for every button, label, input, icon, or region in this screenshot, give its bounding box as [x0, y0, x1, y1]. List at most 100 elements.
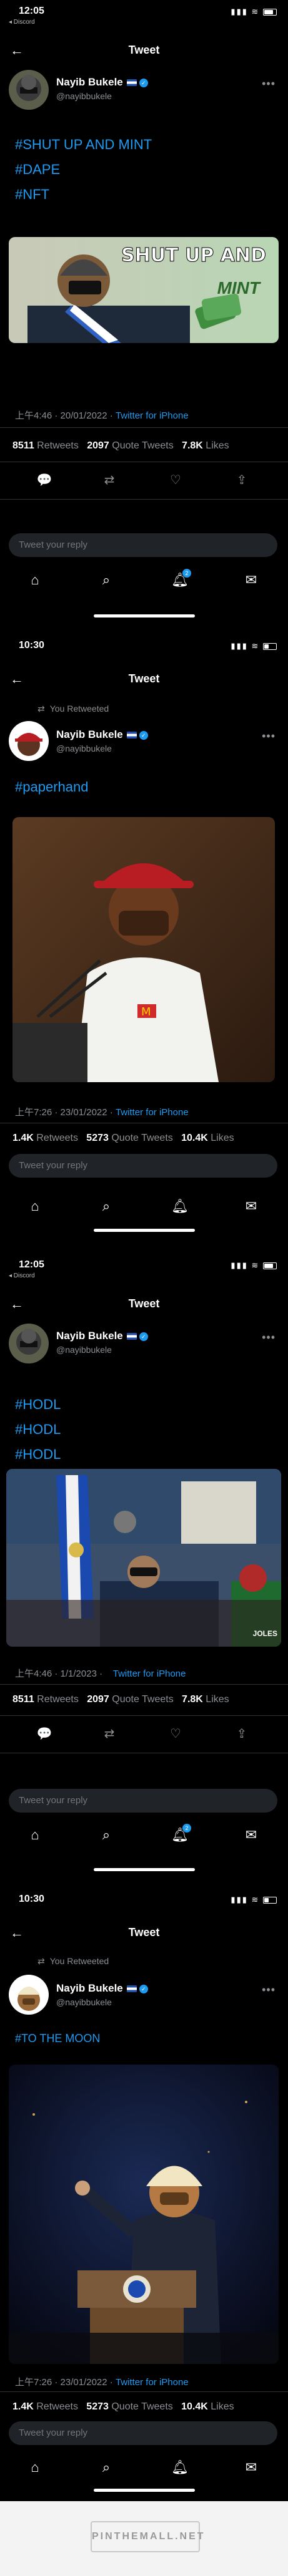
mail-icon[interactable]: ✉ [240, 1824, 262, 1846]
quote-count[interactable]: 2097 [87, 1694, 109, 1705]
share-icon[interactable]: ⇪ [232, 472, 251, 488]
heart-icon[interactable]: ♡ [166, 1726, 185, 1741]
home-indicator [94, 1868, 195, 1871]
quote-count[interactable]: 2097 [87, 440, 109, 451]
avatar[interactable] [9, 70, 49, 110]
mail-icon[interactable]: ✉ [240, 2456, 262, 2479]
author-handle[interactable]: @nayibbukele [56, 1997, 112, 2007]
tweet-screen-4: 10:30 ▮▮▮ ≋ ← Tweet ⇄ You Retweeted Nayib… [0, 1884, 288, 2495]
retweet-icon[interactable]: ⇄ [100, 472, 119, 488]
likes-label[interactable]: Likes [211, 1133, 234, 1143]
reply-icon[interactable]: 💬 [35, 472, 54, 488]
like-count[interactable]: 7.8K [182, 1694, 203, 1705]
avatar[interactable] [9, 1975, 49, 2015]
source-link[interactable]: Twitter for iPhone [116, 1107, 189, 1118]
back-to-app-link[interactable]: ◂ Discord [9, 1272, 35, 1279]
bell-icon[interactable]: 🔔︎ [169, 1195, 191, 1218]
quotes-label[interactable]: Quote Tweets [111, 2401, 172, 2412]
retweet-icon[interactable]: ⇄ [100, 1726, 119, 1741]
more-options-icon[interactable]: ••• [262, 1983, 276, 1997]
bottom-tab-bar: ⌂ ⌕ 🔔︎ ✉ [0, 2456, 288, 2481]
home-icon[interactable]: ⌂ [24, 569, 46, 591]
status-time: 10:30 [19, 1894, 44, 1904]
author-handle[interactable]: @nayibbukele [56, 1345, 112, 1355]
retweets-label[interactable]: Retweets [37, 440, 79, 451]
hashtag-link[interactable]: #DAPE [15, 157, 152, 182]
author-name[interactable]: Nayib Bukele ✓ [56, 1330, 148, 1342]
search-icon[interactable]: ⌕ [95, 1824, 117, 1846]
timestamp-text: 上午7:26 · 23/01/2022 · [15, 2377, 113, 2388]
reply-icon[interactable]: 💬 [35, 1726, 54, 1741]
image-overlay-text: JOLES [252, 1629, 277, 1638]
quotes-label[interactable]: Quote Tweets [112, 1694, 173, 1705]
tweet-image[interactable]: M [12, 817, 275, 1082]
reply-input[interactable]: Tweet your reply [9, 533, 277, 557]
heart-icon[interactable]: ♡ [166, 472, 185, 488]
avatar[interactable] [9, 721, 49, 761]
hashtag-link[interactable]: #HODL [15, 1392, 61, 1417]
bell-icon[interactable]: 🔔︎ 2 [169, 1824, 191, 1846]
more-options-icon[interactable]: ••• [262, 77, 276, 90]
battery-icon [263, 643, 277, 651]
tweet-image[interactable]: JOLES [6, 1469, 281, 1647]
quote-count[interactable]: 5273 [86, 1133, 109, 1143]
source-link[interactable]: Twitter for iPhone [116, 2377, 189, 2388]
retweet-count[interactable]: 8511 [12, 1694, 34, 1705]
retweet-count[interactable]: 1.4K [12, 2401, 34, 2412]
source-link[interactable]: Twitter for iPhone [116, 410, 189, 421]
status-time: 12:05 [19, 1259, 44, 1270]
hashtag-link[interactable]: #paperhand [15, 775, 88, 800]
more-options-icon[interactable]: ••• [262, 730, 276, 743]
source-link[interactable]: Twitter for iPhone [113, 1668, 186, 1679]
timestamp-text: 上午4:46 · 20/01/2022 · [15, 410, 113, 421]
author-handle[interactable]: @nayibbukele [56, 743, 112, 753]
quotes-label[interactable]: Quote Tweets [112, 440, 173, 451]
author-name[interactable]: Nayib Bukele ✓ [56, 1982, 148, 1995]
bottom-tab-bar: ⌂ ⌕ 🔔︎ 2 ✉ [0, 569, 288, 594]
bell-icon[interactable]: 🔔︎ [169, 2456, 191, 2479]
hashtag-link[interactable]: #HODL [15, 1442, 61, 1467]
hashtag-link[interactable]: #SHUT UP AND MINT [15, 132, 152, 157]
back-to-app-link[interactable]: ◂ Discord [9, 19, 35, 26]
search-icon[interactable]: ⌕ [95, 569, 117, 591]
retweets-label[interactable]: Retweets [36, 2401, 78, 2412]
likes-label[interactable]: Likes [206, 440, 229, 451]
author-name[interactable]: Nayib Bukele ✓ [56, 729, 148, 741]
like-count[interactable]: 10.4K [181, 2401, 208, 2412]
share-icon[interactable]: ⇪ [232, 1726, 251, 1741]
home-icon[interactable]: ⌂ [24, 1195, 46, 1218]
retweets-label[interactable]: Retweets [37, 1694, 79, 1705]
search-icon[interactable]: ⌕ [95, 1195, 117, 1218]
like-count[interactable]: 7.8K [182, 440, 203, 451]
reply-input[interactable]: Tweet your reply [9, 1154, 277, 1178]
tweet-image[interactable]: SHUT UP AND MINT [9, 237, 279, 343]
likes-label[interactable]: Likes [211, 2401, 234, 2412]
avatar[interactable] [9, 1324, 49, 1363]
tweet-image[interactable] [9, 2065, 279, 2364]
likes-label[interactable]: Likes [206, 1694, 229, 1705]
like-count[interactable]: 10.4K [181, 1133, 208, 1143]
reply-input[interactable]: Tweet your reply [9, 2421, 277, 2445]
mail-icon[interactable]: ✉ [240, 1195, 262, 1218]
mail-icon[interactable]: ✉ [240, 569, 262, 591]
author-name[interactable]: Nayib Bukele ✓ [56, 76, 148, 89]
more-options-icon[interactable]: ••• [262, 1331, 276, 1344]
reply-input[interactable]: Tweet your reply [9, 1789, 277, 1813]
quotes-label[interactable]: Quote Tweets [111, 1133, 172, 1143]
retweet-count[interactable]: 8511 [12, 440, 34, 451]
home-icon[interactable]: ⌂ [24, 1824, 46, 1846]
quote-count[interactable]: 5273 [86, 2401, 109, 2412]
author-name-text: Nayib Bukele [56, 1330, 123, 1342]
bell-icon[interactable]: 🔔︎ 2 [169, 569, 191, 591]
hashtag-link[interactable]: #TO THE MOON [15, 2026, 100, 2051]
author-handle[interactable]: @nayibbukele [56, 91, 112, 101]
hashtag-link[interactable]: #HODL [15, 1417, 61, 1442]
home-icon[interactable]: ⌂ [24, 2456, 46, 2479]
hashtag-link[interactable]: #NFT [15, 182, 152, 207]
retweets-label[interactable]: Retweets [36, 1133, 78, 1143]
retweet-count[interactable]: 1.4K [12, 1133, 34, 1143]
divider [0, 499, 288, 500]
tweet-text: #paperhand [15, 775, 88, 800]
system-icons: ▮▮▮ ≋ [231, 641, 277, 651]
search-icon[interactable]: ⌕ [95, 2456, 117, 2479]
